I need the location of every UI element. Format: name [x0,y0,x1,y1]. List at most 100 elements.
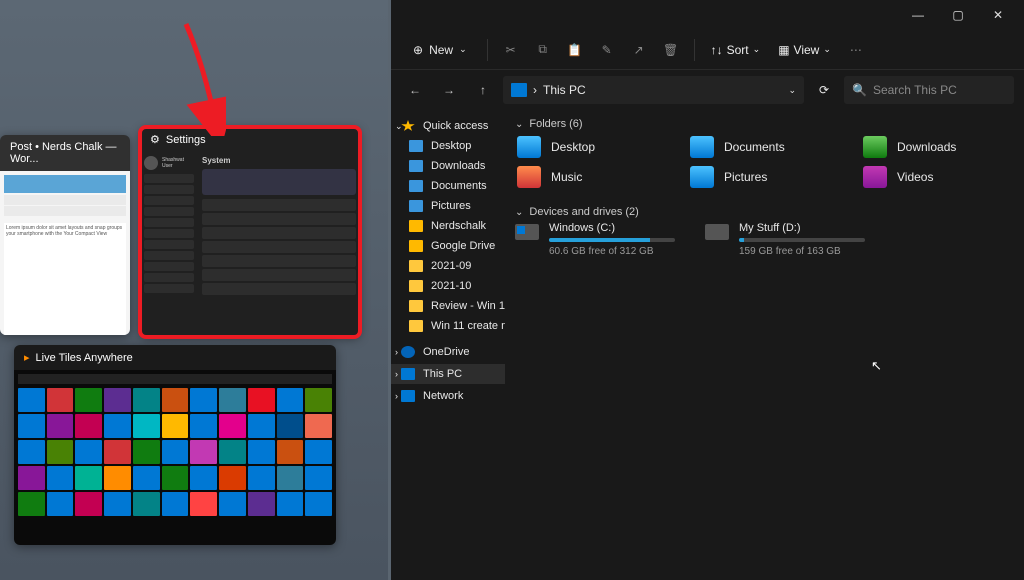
copy-icon[interactable]: ⧉ [530,37,556,63]
folder-item[interactable]: Desktop [515,134,668,160]
tile [190,388,217,412]
up-button[interactable]: ↑ [469,76,497,104]
view-button[interactable]: ▦View⌄ [772,39,837,61]
sidebar-item[interactable]: Review - Win 11 st [391,296,505,316]
folder-icon [517,166,541,188]
tile [277,492,304,516]
delete-icon[interactable]: 🗑 [658,37,684,63]
drives-group-header[interactable]: Devices and drives (2) [515,202,1014,222]
minimize-button[interactable]: — [898,1,938,29]
folder-item[interactable]: Videos [861,164,1014,190]
tile [277,466,304,490]
folder-item[interactable]: Music [515,164,668,190]
sidebar-item[interactable]: Desktop [391,136,505,156]
paste-icon[interactable]: 📋 [562,37,588,63]
sidebar-item[interactable]: Google Drive [391,236,505,256]
sidebar-item[interactable]: 2021-10 [391,276,505,296]
view-icon: ▦ [778,43,789,57]
breadcrumb[interactable]: This PC [543,83,586,97]
snap-thumbnail-browser[interactable]: Post • Nerds Chalk — Wor... Lorem ipsum … [0,135,130,335]
tile [219,414,246,438]
chevron-down-icon[interactable]: ⌄ [788,85,796,96]
sidebar-network[interactable]: ›Network [391,386,505,406]
chevron-down-icon: ⌄ [823,44,831,55]
drive-icon [515,224,539,240]
cloud-icon [401,346,415,358]
network-icon [401,390,415,402]
folder-icon [409,160,423,172]
folder-item[interactable]: Downloads [861,134,1014,160]
tile [104,492,131,516]
drive-item[interactable]: My Stuff (D:)159 GB free of 163 GB [705,222,865,257]
tile [75,414,102,438]
maximize-button[interactable]: ▢ [938,1,978,29]
tile [277,440,304,464]
tile [75,388,102,412]
tile [190,466,217,490]
address-bar[interactable]: › This PC ⌄ [503,76,804,104]
share-icon[interactable]: ↗ [626,37,652,63]
app-icon: ▸ [24,351,30,364]
folder-icon [863,166,887,188]
sidebar-item[interactable]: Downloads [391,156,505,176]
folder-icon [409,280,423,292]
thumb-title: Live Tiles Anywhere [36,352,133,364]
back-button[interactable]: ← [401,76,429,104]
folder-icon [690,166,714,188]
sidebar-this-pc[interactable]: ›This PC [391,364,505,384]
plus-icon: ⊕ [413,43,423,57]
tile [47,388,74,412]
tile [277,388,304,412]
thumb-preview: Lorem ipsum dolor sit amet layouts and s… [0,171,130,335]
tile [104,440,131,464]
close-button[interactable]: ✕ [978,1,1018,29]
more-icon[interactable]: ⋯ [843,37,869,63]
tile [47,492,74,516]
tile [162,388,189,412]
tile [305,440,332,464]
sidebar-item[interactable]: 2021-09 [391,256,505,276]
chevron-down-icon: ⌄ [753,44,761,55]
tile [133,492,160,516]
folder-icon [690,136,714,158]
folder-item[interactable]: Documents [688,134,841,160]
drive-item[interactable]: Windows (C:)60.6 GB free of 312 GB [515,222,675,257]
sort-button[interactable]: ↑↓Sort⌄ [705,39,767,61]
sidebar-item[interactable]: Win 11 create new [391,316,505,336]
tile [219,388,246,412]
sidebar-item[interactable]: Pictures [391,196,505,216]
search-icon: 🔍 [852,83,867,97]
snap-thumbnail-tiles[interactable]: ▸ Live Tiles Anywhere [14,345,336,545]
folder-item[interactable]: Pictures [688,164,841,190]
search-input[interactable]: 🔍 Search This PC [844,76,1014,104]
refresh-button[interactable]: ⟳ [810,76,838,104]
snap-thumbnail-settings[interactable]: ⚙Settings ShashwatUser System [140,127,360,337]
pc-icon [511,83,527,97]
folder-icon [409,300,423,312]
tile [133,414,160,438]
folder-icon [863,136,887,158]
thumb-title: Post • Nerds Chalk — Wor... [10,141,120,165]
sidebar-item[interactable]: Nerdschalk [391,216,505,236]
folder-icon [517,136,541,158]
tile [277,414,304,438]
search-placeholder: Search This PC [873,83,957,97]
sidebar-onedrive[interactable]: ›OneDrive [391,342,505,362]
tile [248,388,275,412]
tile [190,440,217,464]
tile [75,440,102,464]
navigation-pane: ⌄Quick access DesktopDownloadsDocumentsP… [391,110,505,580]
tile [248,414,275,438]
folder-icon [409,320,423,332]
new-button[interactable]: ⊕New⌄ [403,39,477,61]
folders-group-header[interactable]: Folders (6) [515,114,1014,134]
tile [104,414,131,438]
forward-button[interactable]: → [435,76,463,104]
tile [190,414,217,438]
cut-icon[interactable]: ✂ [498,37,524,63]
sidebar-item[interactable]: Documents [391,176,505,196]
sidebar-quick-access[interactable]: ⌄Quick access [391,116,505,136]
navigation-row: ← → ↑ › This PC ⌄ ⟳ 🔍 Search This PC [391,70,1024,110]
rename-icon[interactable]: ✎ [594,37,620,63]
tile [47,466,74,490]
